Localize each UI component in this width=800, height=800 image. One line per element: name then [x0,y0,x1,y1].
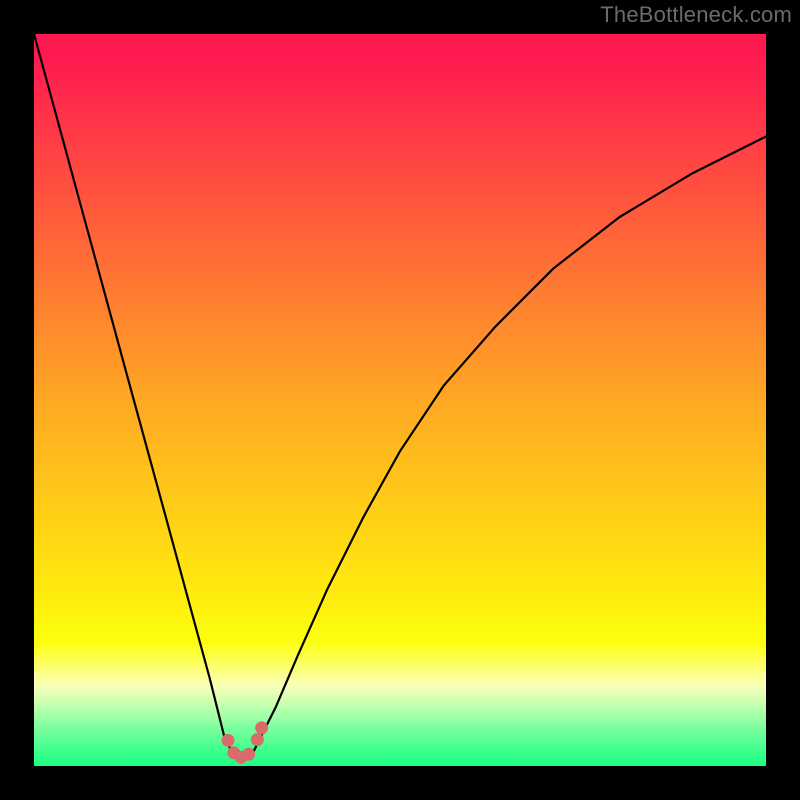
watermark-text: TheBottleneck.com [600,2,792,28]
curve-marker [255,721,268,734]
bottleneck-curve-path [34,34,766,759]
curve-markers [222,721,269,763]
curve-marker [251,733,264,746]
plot-area [34,34,766,766]
bottleneck-curve-svg [34,34,766,766]
curve-marker [242,748,255,761]
curve-marker [222,734,235,747]
